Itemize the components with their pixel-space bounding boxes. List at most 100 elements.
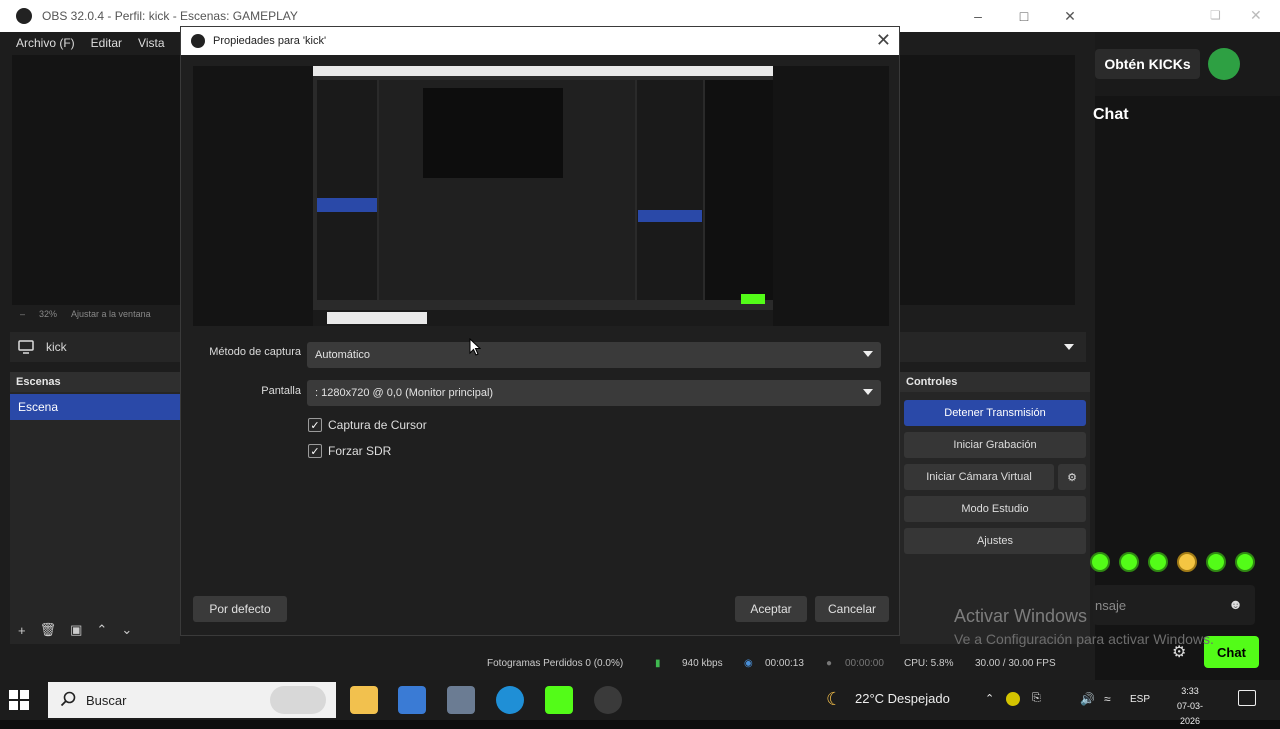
settings-button[interactable]: Ajustes [904,528,1086,554]
chat-title: Chat [1093,106,1129,123]
nested-inner-preview [423,88,563,178]
taskbar-search[interactable]: Buscar [48,682,336,718]
emote-icon[interactable] [1119,552,1139,572]
emote-icon[interactable] [1206,552,1226,572]
studio-mode-button[interactable]: Modo Estudio [904,496,1086,522]
zoom-minus-icon[interactable]: – [20,309,25,319]
zoom-fit-label[interactable]: Ajustar a la ventana [71,309,151,319]
capture-method-label: Método de captura [209,346,301,358]
menu-edit[interactable]: Editar [91,36,122,50]
emote-icon[interactable] [1177,552,1197,572]
scene-tools: + 🗑 ▣ ⌃ ⌄ [10,620,180,640]
store-icon[interactable] [398,686,426,714]
close-icon[interactable]: ✕ [1047,0,1093,32]
search-icon [60,691,76,707]
record-icon: ● [826,658,833,669]
chevron-down-icon[interactable] [1064,344,1074,350]
controls-header: Controles [900,372,1090,392]
screen-select[interactable]: : 1280x720 @ 0,0 (Monitor principal) [307,380,881,406]
volume-icon[interactable]: 🔊 [1080,692,1095,706]
checkbox-checked-icon[interactable]: ✓ [308,418,322,432]
windows-start-icon[interactable] [8,689,30,711]
tray-chevron-icon[interactable]: ⌃ [985,692,994,705]
emote-icon[interactable] [1148,552,1168,572]
get-kicks-label: Obtén KICKs [1104,56,1191,72]
scenes-header: Escenas [10,372,180,392]
defaults-button[interactable]: Por defecto [193,596,287,622]
force-sdr-checkbox[interactable]: ✓ Forzar SDR [308,444,391,458]
network-icon[interactable]: ⎘ [1032,692,1041,705]
stream-icon: ◉ [744,658,753,669]
cancel-button[interactable]: Cancelar [815,596,889,622]
source-toolbar-right [900,332,1086,362]
obs-logo-icon [16,8,32,24]
obs-statusbar: Fotogramas Perdidos 0 (0.0%) ▮ 940 kbps … [0,652,1095,676]
accept-button[interactable]: Aceptar [735,596,807,622]
mouse-cursor-icon [469,338,481,356]
add-icon[interactable]: + [18,623,26,638]
kick-close-icon[interactable]: ✕ [1250,7,1262,24]
wifi-icon[interactable]: ≈ [1104,692,1111,706]
gear-icon[interactable]: ⚙ [1058,464,1086,490]
notifications-icon[interactable] [1238,690,1256,706]
app-icon[interactable] [447,686,475,714]
source-toolbar: kick [10,332,180,362]
search-placeholder: Buscar [86,692,127,708]
get-kicks-button[interactable]: Obtén KICKs [1095,49,1200,79]
activate-windows-title: Activar Windows [954,606,1088,626]
dialog-title: Propiedades para 'kick' [213,35,327,47]
obs-logo-icon [191,34,205,48]
clock-date: 07-03-2026 [1176,701,1203,726]
zoom-bar: – 32% Ajustar a la ventana [12,305,180,323]
filter-icon[interactable]: ▣ [70,622,82,638]
clock-time: 3:33 [1181,686,1199,696]
weather[interactable]: 22°C Despejado [855,691,950,706]
signal-icon: ▮ [655,658,661,669]
nested-chat [705,80,773,300]
start-virtual-cam-button[interactable]: Iniciar Cámara Virtual [904,464,1054,490]
scene-item-selected[interactable]: Escena [10,394,180,420]
monitor-icon [18,340,34,354]
clock[interactable]: 3:33 07-03-2026 [1170,684,1210,729]
menu-view[interactable]: Vista [138,36,164,50]
restore-icon[interactable]: ❏ [1210,8,1221,22]
chat-input[interactable]: nsaje ☻ [1093,585,1255,625]
language-indicator[interactable]: ESP [1130,694,1150,705]
start-recording-button[interactable]: Iniciar Grabación [904,432,1086,458]
stop-stream-button[interactable]: Detener Transmisión [904,400,1086,426]
capture-preview [193,66,889,326]
arrow-up-icon[interactable]: ⌃ [96,622,107,638]
dialog-titlebar: Propiedades para 'kick' ✕ [181,27,899,55]
emote-icon[interactable] [1090,552,1110,572]
kick-titlebar: ❏ ✕ [1095,0,1280,32]
search-highlight-image [270,686,326,714]
edge-browser-icon[interactable] [496,686,524,714]
capture-method-value: Automático [315,349,371,361]
controls-panel: Controles Detener Transmisión Iniciar Gr… [900,372,1090,644]
obs-app-icon[interactable] [594,686,622,714]
properties-dialog: Propiedades para 'kick' ✕ Método de capt… [180,26,900,636]
capture-cursor-label: Captura de Cursor [328,418,427,432]
avatar[interactable] [1208,48,1240,80]
tray-app-icon[interactable] [1006,692,1020,706]
minimize-icon[interactable]: – [955,0,1001,32]
file-explorer-icon[interactable] [350,686,378,714]
capture-cursor-checkbox[interactable]: ✓ Captura de Cursor [308,418,427,432]
fps: 30.00 / 30.00 FPS [975,658,1056,669]
menu-file[interactable]: Archivo (F) [16,36,75,50]
zoom-value: 32% [39,309,58,319]
dialog-close-icon[interactable]: ✕ [876,30,891,51]
capture-method-select[interactable]: Automático [307,342,881,368]
nested-panel [317,80,377,300]
trash-icon[interactable]: 🗑 [40,622,57,638]
arrow-down-icon[interactable]: ⌄ [121,622,132,638]
chevron-down-icon [863,389,873,395]
cpu-usage: CPU: 5.8% [904,658,954,669]
emote-icon[interactable] [1235,552,1255,572]
controls-header-label: Controles [906,376,958,388]
checkbox-checked-icon[interactable]: ✓ [308,444,322,458]
kick-app-icon[interactable] [545,686,573,714]
emoji-icon[interactable]: ☻ [1228,596,1243,612]
maximize-icon[interactable]: □ [1001,0,1047,32]
obs-preview-right [900,55,1075,305]
